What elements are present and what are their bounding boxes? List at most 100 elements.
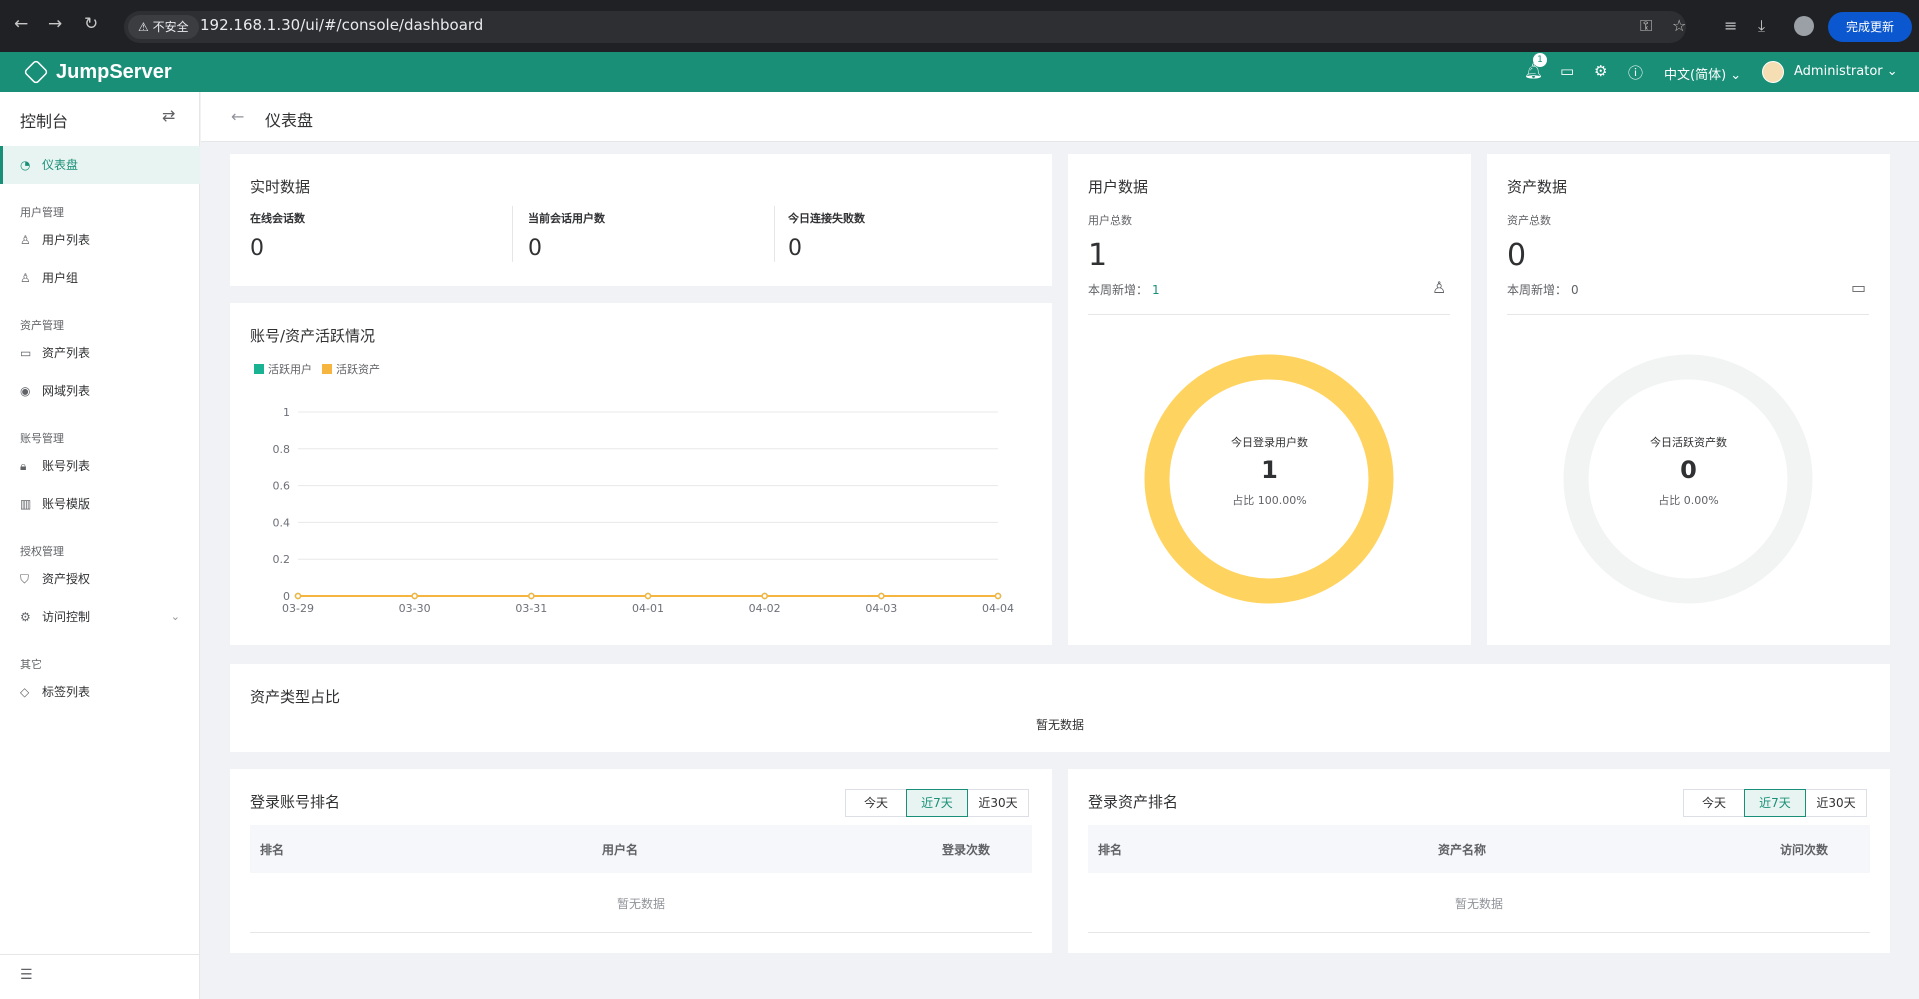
donut-percent: 占比 100.00% — [1232, 494, 1307, 507]
location-icon: ◉ — [20, 384, 31, 398]
table-body: 暂无数据 — [250, 873, 1032, 933]
data-point — [644, 592, 652, 600]
key-icon[interactable]: ⚿ — [1640, 16, 1652, 36]
activity-card: 账号/资产活跃情况 活跃用户 活跃资产 0 0.2 0.4 0.6 0.8 1 03-29 0… — [230, 303, 1052, 645]
sidebar-item-user-list[interactable]: ♙ 用户列表 — [0, 221, 200, 259]
tab-30-days[interactable]: 近30天 — [1805, 789, 1867, 817]
x-tick-label: 04-01 — [632, 602, 664, 615]
forward-icon[interactable]: → — [48, 14, 62, 34]
brand-name: JumpServer — [56, 60, 172, 83]
security-chip[interactable]: ⚠ 不安全 — [128, 15, 199, 39]
tab-today[interactable]: 今天 — [845, 789, 907, 817]
download-icon[interactable]: ⤓ — [1758, 16, 1765, 36]
donut-label: 今日活跃资产数 — [1650, 436, 1727, 449]
group-user-management: 用户管理 — [20, 206, 64, 219]
page-title: 仪表盘 — [265, 111, 314, 130]
x-tick-label: 04-03 — [865, 602, 897, 615]
tab-7-days[interactable]: 近7天 — [1744, 789, 1806, 817]
tag-icon: ◇ — [20, 685, 30, 699]
url-text[interactable]: 192.168.1.30/ui/#/console/dashboard — [200, 16, 483, 34]
y-tick-label: 0.6 — [273, 480, 291, 493]
donut-percent: 占比 0.00% — [1658, 494, 1719, 507]
back-arrow-icon[interactable]: ← — [231, 107, 244, 126]
monitor-icon: ▭ — [20, 346, 32, 360]
user-icon: ♙ — [20, 233, 31, 247]
user-login-donut — [1144, 354, 1394, 604]
sidebar-item-label-list[interactable]: ◇ 标签列表 — [0, 673, 200, 711]
column-visit-count[interactable]: 访问次数 — [1780, 841, 1828, 858]
period-tabs: 今天 近7天 近30天 — [1683, 789, 1867, 817]
failed-connections: 今日连接失败数 0 — [788, 212, 865, 261]
x-tick-label: 03-30 — [399, 602, 431, 615]
sidebar-item-asset-list[interactable]: ▭ 资产列表 — [0, 334, 200, 372]
breadcrumb: ← 仪表盘 — [201, 92, 1919, 142]
period-tabs: 今天 近7天 近30天 — [845, 789, 1029, 817]
reload-icon[interactable]: ↻ — [84, 14, 98, 34]
session-users: 当前会话用户数 0 — [528, 212, 605, 261]
user-avatar[interactable] — [1762, 61, 1784, 83]
donut-value: 1 — [1261, 456, 1278, 484]
x-tick-label: 03-31 — [515, 602, 547, 615]
collapse-menu-icon[interactable]: ☰ — [20, 967, 33, 983]
y-tick-label: 0.2 — [273, 553, 291, 566]
switch-view-icon[interactable]: ⇄ — [162, 106, 175, 125]
back-icon[interactable]: ← — [14, 14, 28, 34]
data-point — [411, 592, 418, 600]
login-account-rank-title: 登录账号排名 — [250, 793, 341, 811]
tab-7-days[interactable]: 近7天 — [906, 789, 968, 817]
user-menu[interactable]: Administrator ⌄ — [1794, 64, 1898, 79]
empty-state: 暂无数据 — [1035, 718, 1084, 732]
group-asset-management: 资产管理 — [20, 319, 64, 332]
sidebar-item-account-template[interactable]: ▥ 账号模版 — [0, 485, 200, 523]
sidebar-item-domain-list[interactable]: ◉ 网域列表 — [0, 372, 200, 410]
asset-stats-card: 资产数据 资产总数 0 本周新增： 0 ▭ 今日活跃资产数 0 占比 0.00% — [1487, 154, 1890, 645]
app-header: JumpServer 🔔︎ ▭ ⚙ ⓘ 中文(简体) ⌄ Administrat… — [0, 52, 1919, 92]
sidebar-item-asset-permission[interactable]: ⛉ 资产授权 — [0, 560, 200, 598]
sidebar-item-dashboard[interactable]: ◔ 仪表盘 — [0, 146, 200, 184]
table-body: 暂无数据 — [1088, 873, 1870, 933]
terminal-icon[interactable]: ▭ — [1560, 62, 1574, 80]
update-button[interactable]: 完成更新 — [1828, 12, 1912, 42]
login-account-rank-card: 登录账号排名 今天 近7天 近30天 排名 用户名 登录次数 暂无数据 — [230, 769, 1052, 953]
sidebar: 控制台 ⇄ ◔ 仪表盘 用户管理 ♙ 用户列表 ♙ 用户组 资产管理 ▭ 资产列… — [0, 92, 200, 999]
tab-today[interactable]: 今天 — [1683, 789, 1745, 817]
empty-state: 暂无数据 — [1454, 897, 1503, 911]
column-asset-name[interactable]: 资产名称 — [1438, 841, 1486, 858]
notification-badge: 1 — [1533, 53, 1547, 67]
language-select[interactable]: 中文(简体) ⌄ — [1664, 64, 1741, 83]
y-tick-label: 0.8 — [273, 443, 291, 456]
sidebar-footer: ☰ — [0, 954, 200, 999]
group-other: 其它 — [20, 658, 42, 671]
sidebar-item-access-control[interactable]: ⚙ 访问控制 ⌄ — [0, 598, 200, 636]
table-header: 排名 用户名 登录次数 — [250, 825, 1032, 873]
lock-icon: 🔒︎ — [20, 459, 27, 473]
y-tick-label: 0.4 — [273, 516, 291, 529]
tab-30-days[interactable]: 近30天 — [967, 789, 1029, 817]
group-permission-management: 授权管理 — [20, 545, 64, 558]
online-sessions: 在线会话数 0 — [250, 212, 305, 261]
logo[interactable]: JumpServer — [23, 59, 172, 85]
x-tick-label: 04-04 — [982, 602, 1014, 615]
star-icon[interactable]: ☆ — [1672, 16, 1686, 35]
sidebar-item-user-group[interactable]: ♙ 用户组 — [0, 259, 200, 297]
column-rank[interactable]: 排名 — [1098, 841, 1122, 858]
data-point — [294, 592, 302, 600]
help-icon[interactable]: ⓘ — [1628, 62, 1643, 83]
media-icon[interactable]: ≡ — [1724, 16, 1737, 35]
table-header: 排名 资产名称 访问次数 — [1088, 825, 1870, 873]
data-point — [761, 592, 768, 600]
column-rank[interactable]: 排名 — [260, 841, 284, 858]
dashboard-icon: ◔ — [20, 158, 31, 172]
x-tick-label: 03-29 — [282, 602, 314, 615]
login-asset-rank-title: 登录资产排名 — [1088, 793, 1179, 811]
sidebar-item-account-list[interactable]: 🔒︎ 账号列表 — [0, 447, 200, 485]
template-icon: ▥ — [20, 497, 32, 511]
settings-icon[interactable]: ⚙ — [1594, 62, 1607, 80]
divider — [512, 206, 513, 262]
column-username[interactable]: 用户名 — [602, 841, 638, 858]
shield-icon: ⛉ — [20, 572, 30, 586]
divider — [774, 206, 775, 262]
column-login-count[interactable]: 登录次数 — [942, 841, 990, 858]
logo-icon — [23, 59, 49, 85]
profile-avatar[interactable] — [1794, 16, 1814, 36]
